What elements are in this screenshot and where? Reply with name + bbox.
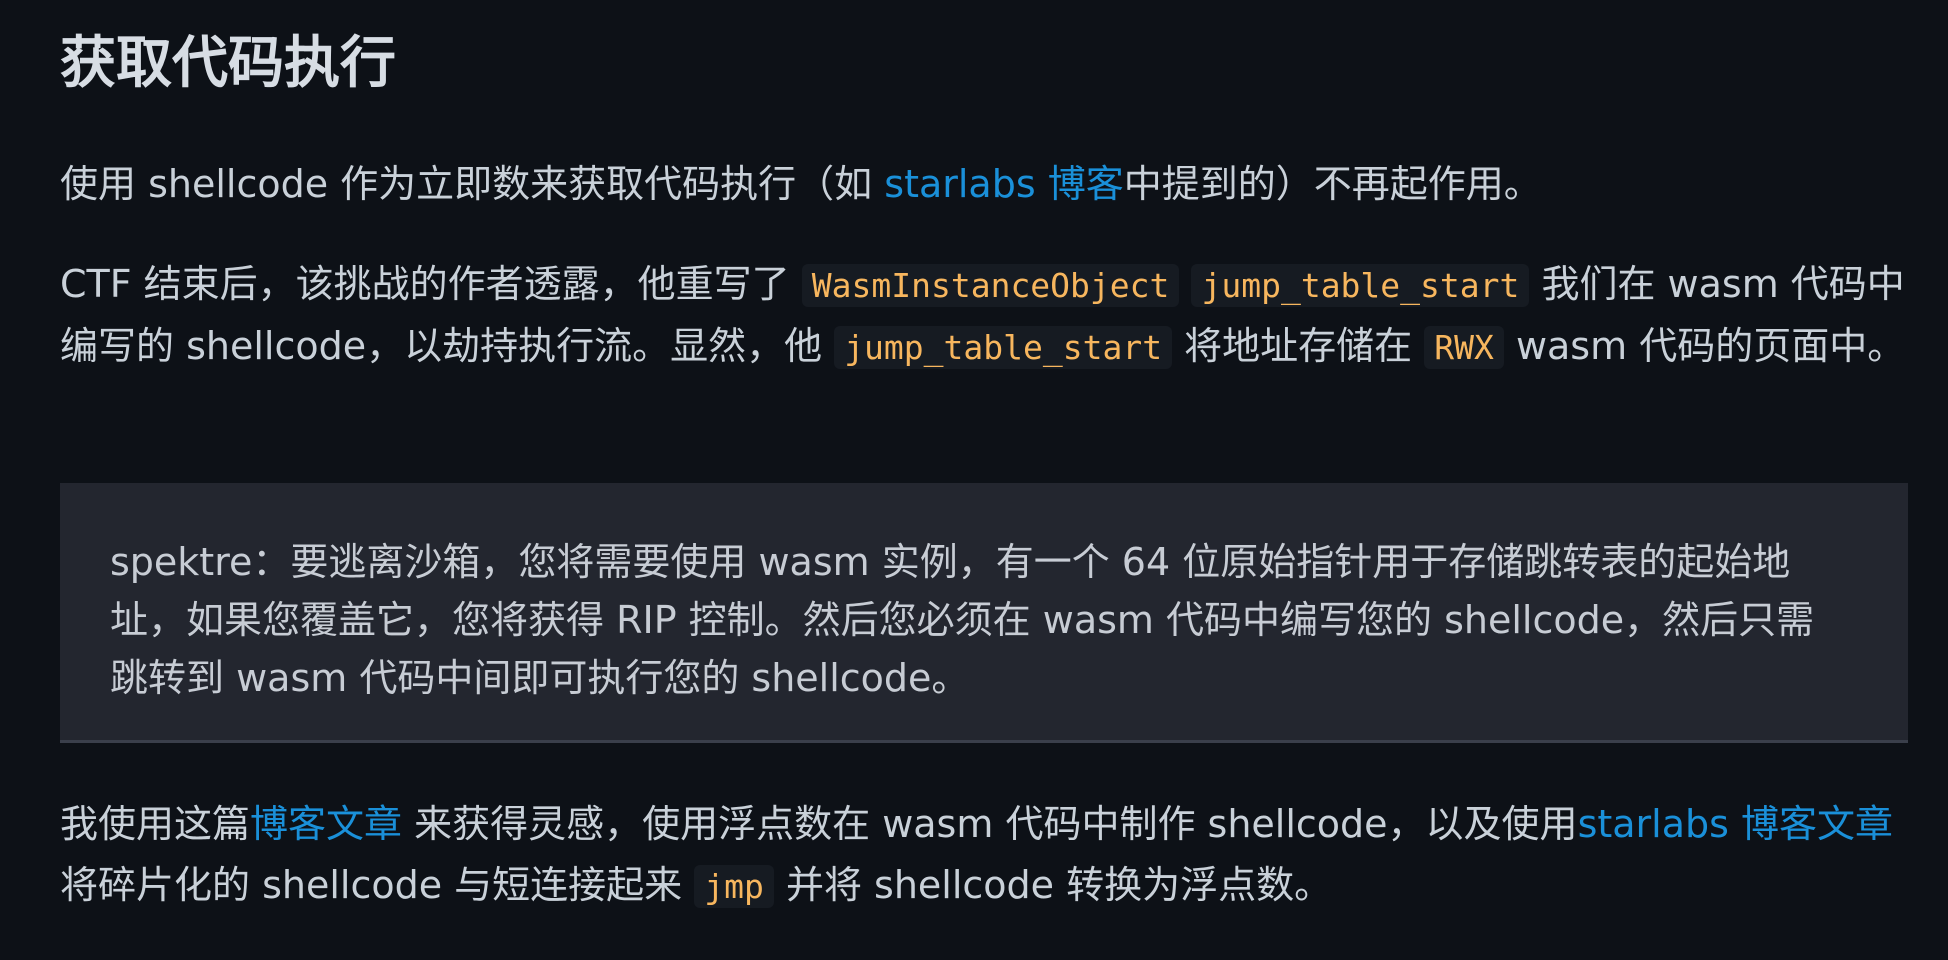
blog-post-link[interactable]: 博客文章	[250, 802, 402, 846]
text: 并将 shellcode 转换为浮点数。	[773, 863, 1333, 907]
paragraph-intro: 使用 shellcode 作为立即数来获取代码执行（如 starlabs 博客中…	[60, 154, 1908, 215]
text: 来获得灵感，使用浮点数在 wasm 代码中制作 shellcode，以及使用	[402, 802, 1578, 846]
text: 中提到的）不再起作用。	[1123, 162, 1542, 206]
inline-code: WasmInstanceObject	[801, 264, 1180, 307]
paragraph-inspiration: 我使用这篇博客文章 来获得灵感，使用浮点数在 wasm 代码中制作 shellc…	[60, 794, 1908, 917]
paragraph-ctf: CTF 结束后，该挑战的作者透露，他重写了 WasmInstanceObject…	[60, 254, 1908, 378]
blockquote: spektre：要逃离沙箱，您将需要使用 wasm 实例，有一个 64 位原始指…	[60, 483, 1908, 743]
text: 将地址存储在	[1172, 324, 1425, 368]
text: 将碎片化的 shellcode 与短连接起来	[60, 863, 695, 907]
text: 我使用这篇	[60, 802, 251, 846]
text: wasm 代码的页面中。	[1503, 324, 1906, 368]
section-heading: 获取代码执行	[60, 31, 396, 96]
inline-code: jmp	[694, 865, 774, 908]
quote-text: spektre：要逃离沙箱，您将需要使用 wasm 实例，有一个 64 位原始指…	[110, 540, 1815, 700]
inline-code: RWX	[1424, 326, 1504, 369]
inline-code: jump_table_start	[834, 326, 1173, 369]
text: 使用 shellcode 作为立即数来获取代码执行（如	[60, 162, 885, 206]
starlabs-blog-post-link[interactable]: starlabs 博客文章	[1578, 802, 1893, 846]
text: CTF 结束后，该挑战的作者透露，他重写了	[60, 262, 802, 306]
starlabs-blog-link[interactable]: starlabs 博客	[884, 162, 1123, 206]
inline-code: jump_table_start	[1191, 264, 1530, 307]
